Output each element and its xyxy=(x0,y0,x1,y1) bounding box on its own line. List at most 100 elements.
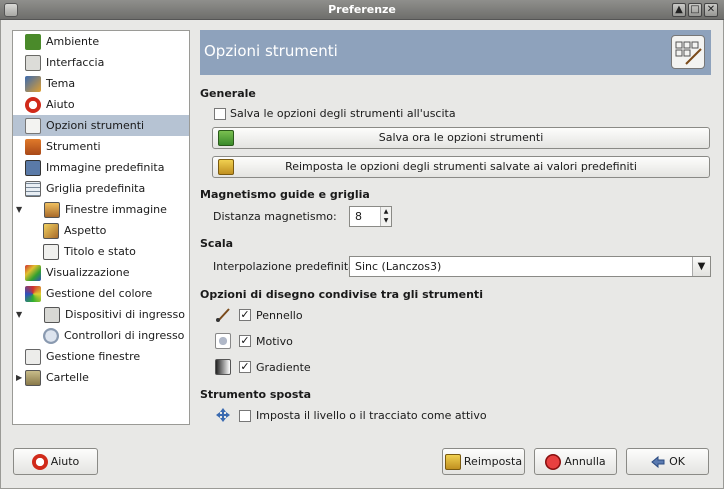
visualizzazione-icon xyxy=(25,264,41,281)
tree-item-label: Interfaccia xyxy=(46,56,105,69)
immagine-predefinita-icon xyxy=(25,159,41,176)
save-now-button[interactable]: Salva ora le opzioni strumenti xyxy=(212,127,710,149)
tree-item-label: Aspetto xyxy=(64,224,107,237)
tree-item-label: Strumenti xyxy=(46,140,101,153)
section-magnetismo-heading: Magnetismo guide e griglia xyxy=(200,188,370,201)
tree-item-controllori-ingresso[interactable]: Controllori di ingresso xyxy=(13,325,189,346)
section-disegno-heading: Opzioni di disegno condivise tra gli str… xyxy=(200,288,483,301)
paintbrush-icon xyxy=(215,307,231,323)
set-active-layer-checkbox[interactable] xyxy=(239,410,251,422)
tema-icon xyxy=(25,75,41,92)
tree-item-aiuto[interactable]: Aiuto xyxy=(13,94,189,115)
pattern-icon xyxy=(215,333,231,349)
set-active-layer-label: Imposta il livello o il tracciato come a… xyxy=(256,409,487,422)
shade-button[interactable]: ▲ xyxy=(672,3,686,17)
tree-item-label: Ambiente xyxy=(46,35,100,48)
strumenti-icon xyxy=(25,138,41,155)
tree-item-aspetto[interactable]: Aspetto xyxy=(13,220,189,241)
tree-item-label: Aiuto xyxy=(46,98,75,111)
save-now-label: Salva ora le opzioni strumenti xyxy=(378,131,544,144)
ok-button-label: OK xyxy=(669,455,685,468)
pattern-checkbox[interactable]: ✓ xyxy=(239,335,251,347)
gestione-finestre-icon xyxy=(25,348,41,365)
move-tool-icon xyxy=(215,407,231,423)
cancel-icon xyxy=(545,453,562,470)
tree-item-label: Dispositivi di ingresso xyxy=(65,308,185,321)
aiuto-icon xyxy=(25,96,41,113)
snap-distance-value: 8 xyxy=(355,210,362,223)
help-button-label: Aiuto xyxy=(50,455,80,468)
gestione-colore-icon xyxy=(25,285,41,302)
reset-icon xyxy=(218,159,234,175)
griglia-predefinita-icon xyxy=(25,180,41,197)
tree-item-label: Opzioni strumenti xyxy=(46,119,145,132)
reset-icon xyxy=(444,453,461,470)
tree-item-label: Immagine predefinita xyxy=(46,161,165,174)
spinner-arrows-icon[interactable]: ▲ ▼ xyxy=(380,207,391,226)
gradient-icon xyxy=(215,359,231,375)
tree-item-titolo-stato[interactable]: Titolo e stato xyxy=(13,241,189,262)
interfaccia-icon xyxy=(25,54,41,71)
ok-button[interactable]: OK xyxy=(626,448,709,475)
tree-item-label: Cartelle xyxy=(46,371,89,384)
tree-item-gestione-colore[interactable]: Gestione del colore xyxy=(13,283,189,304)
snap-distance-spinner[interactable]: 8 ▲ ▼ xyxy=(349,206,392,227)
tree-item-label: Visualizzazione xyxy=(46,266,130,279)
tree-item-dispositivi-ingresso[interactable]: ▼ Dispositivi di ingresso xyxy=(13,304,189,325)
help-icon xyxy=(31,453,48,470)
titolo-stato-icon xyxy=(43,243,59,260)
help-button[interactable]: Aiuto xyxy=(13,448,98,475)
page-title: Opzioni strumenti xyxy=(204,42,338,60)
pattern-label: Motivo xyxy=(256,335,293,348)
tree-item-label: Tema xyxy=(46,77,76,90)
save-on-exit-label: Salva le opzioni degli strumenti all'usc… xyxy=(230,107,456,120)
section-generale-heading: Generale xyxy=(200,87,256,100)
dispositivi-ingresso-icon xyxy=(44,306,60,323)
ok-arrow-icon xyxy=(650,454,666,470)
section-scala-heading: Scala xyxy=(200,237,234,250)
window-titlebar: Preferenze ▲ □ ✕ xyxy=(0,0,724,20)
tree-item-cartelle[interactable]: ▶ Cartelle xyxy=(13,367,189,388)
tree-item-gestione-finestre[interactable]: Gestione finestre xyxy=(13,346,189,367)
cancel-button[interactable]: Annulla xyxy=(534,448,617,475)
reset-tool-options-button[interactable]: Reimposta le opzioni degli strumenti sal… xyxy=(212,156,710,178)
reset-tool-options-label: Reimposta le opzioni degli strumenti sal… xyxy=(285,160,637,173)
collapsed-arrow-icon[interactable]: ▶ xyxy=(16,374,24,382)
maximize-button[interactable]: □ xyxy=(688,3,702,17)
tree-item-visualizzazione[interactable]: Visualizzazione xyxy=(13,262,189,283)
expanded-arrow-icon[interactable]: ▼ xyxy=(16,311,24,319)
gradient-checkbox[interactable]: ✓ xyxy=(239,361,251,373)
save-icon xyxy=(218,130,234,146)
tool-options-icon xyxy=(671,35,705,69)
finestre-immagine-icon xyxy=(44,201,60,218)
save-on-exit-checkbox[interactable] xyxy=(214,108,226,120)
controllori-ingresso-icon xyxy=(43,327,59,344)
tree-item-label: Finestre immagine xyxy=(65,203,167,216)
cancel-button-label: Annulla xyxy=(564,455,606,468)
snap-distance-label: Distanza magnetismo: xyxy=(213,210,337,223)
interpolation-dropdown[interactable]: Sinc (Lanczos3) ▼ xyxy=(349,256,711,277)
tree-item-finestre-immagine[interactable]: ▼ Finestre immagine xyxy=(13,199,189,220)
chevron-down-icon[interactable]: ▼ xyxy=(692,257,710,276)
paintbrush-checkbox[interactable]: ✓ xyxy=(239,309,251,321)
cartelle-icon xyxy=(25,369,41,386)
tree-item-opzioni-strumenti[interactable]: Opzioni strumenti xyxy=(13,115,189,136)
gradient-label: Gradiente xyxy=(256,361,311,374)
tree-item-griglia-predefinita[interactable]: Griglia predefinita xyxy=(13,178,189,199)
preferences-tree[interactable]: Ambiente Interfaccia Tema Aiuto Opzioni … xyxy=(12,30,190,425)
section-sposta-heading: Strumento sposta xyxy=(200,388,312,401)
tree-item-label: Griglia predefinita xyxy=(46,182,146,195)
reset-button[interactable]: Reimposta xyxy=(442,448,525,475)
window-title: Preferenze xyxy=(328,3,396,16)
tree-item-ambiente[interactable]: Ambiente xyxy=(13,31,189,52)
close-button[interactable]: ✕ xyxy=(704,3,718,17)
expanded-arrow-icon[interactable]: ▼ xyxy=(16,206,24,214)
page-banner: Opzioni strumenti xyxy=(200,30,711,75)
tree-item-tema[interactable]: Tema xyxy=(13,73,189,94)
tree-item-strumenti[interactable]: Strumenti xyxy=(13,136,189,157)
tree-item-interfaccia[interactable]: Interfaccia xyxy=(13,52,189,73)
tree-item-immagine-predefinita[interactable]: Immagine predefinita xyxy=(13,157,189,178)
opzioni-strumenti-icon xyxy=(25,117,41,134)
interpolation-value: Sinc (Lanczos3) xyxy=(355,260,442,273)
tree-item-label: Titolo e stato xyxy=(64,245,136,258)
